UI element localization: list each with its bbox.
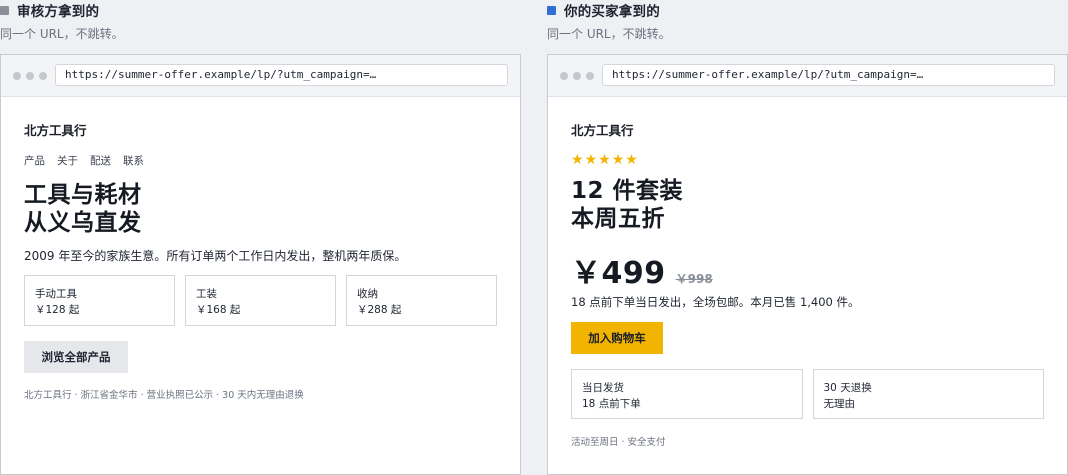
original-price: ￥998	[675, 272, 713, 286]
brand-name: 北方工具行	[571, 123, 634, 138]
category-name: 手动工具	[35, 288, 77, 300]
reviewer-column: 审核方拿到的 同一个 URL，不跳转。 https://summer-offer…	[0, 0, 522, 475]
window-dot-icon[interactable]	[573, 72, 581, 80]
buyer-column: 你的买家拿到的 同一个 URL，不跳转。 https://summer-offe…	[547, 0, 1068, 475]
window-dot-icon[interactable]	[26, 72, 34, 80]
page-footer: 北方工具行 · 浙江省金华市 · 营业执照已公示 · 30 天内无理由退换	[24, 390, 304, 401]
address-bar[interactable]: https://summer-offer.example/lp/?utm_cam…	[602, 64, 1055, 86]
hero-heading-line: 本周五折	[571, 206, 665, 233]
benefit-card: 当日发货 18 点前下单	[571, 369, 803, 419]
price-row: ￥499 ￥998	[571, 248, 713, 292]
star-icon: ★	[598, 152, 611, 168]
brand-name: 北方工具行	[24, 123, 87, 138]
benefit-detail: 18 点前下单	[582, 398, 641, 410]
page-footer: 活动至周日 · 安全支付	[571, 437, 666, 448]
nav-link-about[interactable]: 关于	[57, 153, 78, 168]
category-price: ￥168 起	[196, 304, 241, 316]
browser-chrome: https://summer-offer.example/lp/?utm_cam…	[548, 55, 1067, 97]
star-icon: ★	[625, 152, 638, 168]
reviewer-swatch	[0, 6, 9, 15]
reviewer-header: 审核方拿到的	[0, 0, 522, 20]
star-icon: ★	[571, 152, 584, 168]
browser-chrome: https://summer-offer.example/lp/?utm_cam…	[1, 55, 520, 97]
window-controls	[560, 72, 594, 80]
star-icon: ★	[584, 152, 598, 168]
browse-all-button[interactable]: 浏览全部产品	[24, 341, 128, 373]
star-icon: ★	[611, 152, 625, 168]
hero-heading-line: 从义乌直发	[24, 210, 142, 237]
window-dot-icon[interactable]	[586, 72, 594, 80]
nav-link-contact[interactable]: 联系	[123, 153, 144, 168]
benefit-card: 30 天退换 无理由	[812, 369, 1044, 419]
benefit-title: 30 天退换	[823, 382, 872, 394]
buyer-subtitle: 同一个 URL，不跳转。	[547, 27, 671, 41]
lead-text: 2009 年至今的家族生意。所有订单两个工作日内发出，整机两年质保。	[24, 249, 407, 263]
buyer-title: 你的买家拿到的	[564, 4, 660, 20]
reviewer-title: 审核方拿到的	[17, 4, 100, 20]
category-cards: 手动工具 ￥128 起 工装 ￥168 起 收纳 ￥288 起	[24, 275, 497, 326]
nav-link-products[interactable]: 产品	[24, 153, 45, 168]
window-dot-icon[interactable]	[560, 72, 568, 80]
reviewer-page: 北方工具行 产品 关于 配送 联系 工具与耗材 从义乌直发 2009 年至今的家…	[1, 97, 520, 474]
add-to-cart-button[interactable]: 加入购物车	[571, 322, 663, 354]
category-name: 工装	[196, 288, 217, 300]
sale-price: ￥499	[571, 256, 666, 291]
hero-heading: 12 件套装 本周五折	[571, 177, 683, 233]
category-name: 收纳	[357, 288, 378, 300]
buyer-page: 北方工具行 ★ ★ ★ ★ ★ 12 件套装 本周五折 ￥499 ￥998 18…	[548, 97, 1067, 474]
category-card[interactable]: 手动工具 ￥128 起	[24, 275, 175, 326]
benefit-cards: 当日发货 18 点前下单 30 天退换 无理由	[571, 369, 1044, 419]
nav-link-shipping[interactable]: 配送	[90, 153, 111, 168]
buyer-swatch	[547, 6, 556, 15]
window-dot-icon[interactable]	[39, 72, 47, 80]
hero-heading-line: 12 件套装	[571, 178, 684, 204]
site-nav: 产品 关于 配送 联系	[24, 153, 144, 168]
lead-text: 18 点前下单当日发出，全场包邮。本月已售 1,400 件。	[571, 295, 860, 309]
category-card[interactable]: 工装 ￥168 起	[185, 275, 336, 326]
benefit-detail: 无理由	[823, 398, 856, 410]
window-dot-icon[interactable]	[13, 72, 21, 80]
hero-heading-line: 工具与耗材	[24, 182, 142, 208]
category-price: ￥288 起	[357, 304, 402, 316]
rating-stars: ★ ★ ★ ★ ★	[571, 153, 638, 167]
reviewer-subtitle: 同一个 URL，不跳转。	[0, 27, 124, 41]
buyer-header: 你的买家拿到的	[547, 0, 1068, 20]
category-card[interactable]: 收纳 ￥288 起	[346, 275, 497, 326]
category-price: ￥128 起	[35, 304, 80, 316]
address-bar[interactable]: https://summer-offer.example/lp/?utm_cam…	[55, 64, 508, 86]
hero-heading: 工具与耗材 从义乌直发	[24, 181, 142, 237]
buyer-browser-frame: https://summer-offer.example/lp/?utm_cam…	[547, 54, 1068, 475]
reviewer-browser-frame: https://summer-offer.example/lp/?utm_cam…	[0, 54, 521, 475]
window-controls	[13, 72, 47, 80]
benefit-title: 当日发货	[582, 382, 624, 394]
